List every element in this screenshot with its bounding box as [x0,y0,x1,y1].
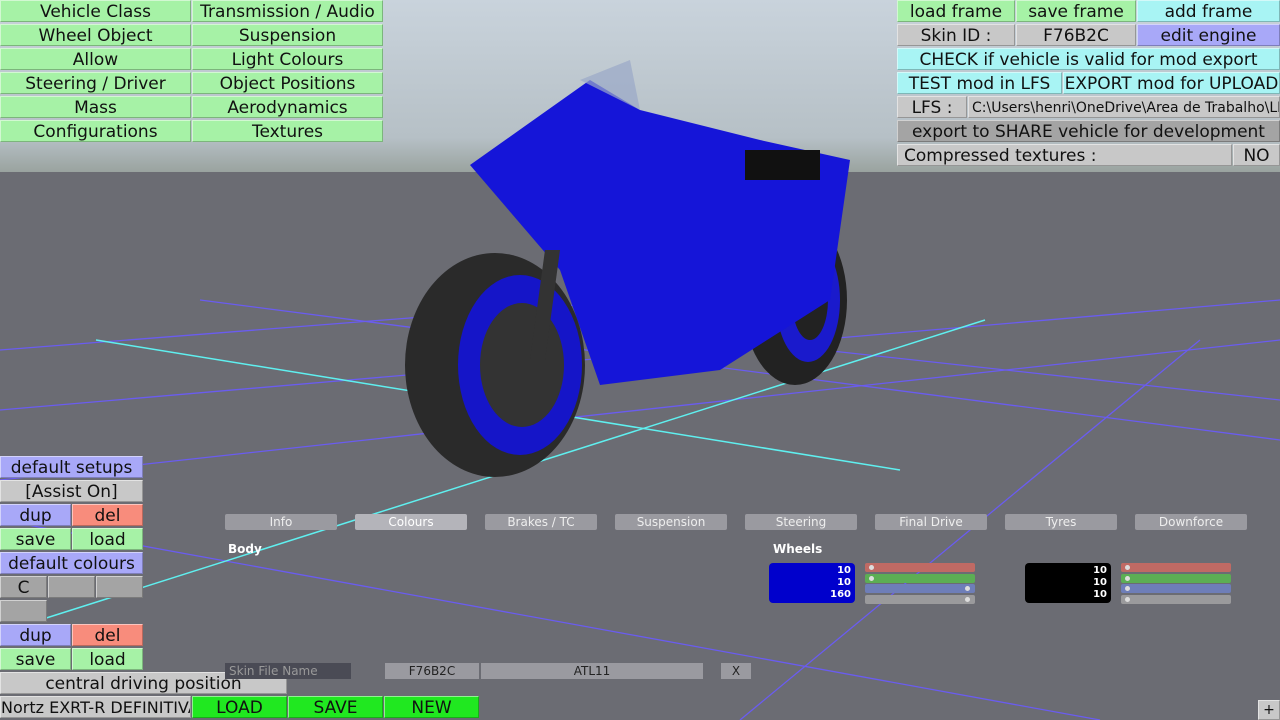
body-label: Body [228,542,262,556]
tab-steering[interactable]: Steering [745,514,857,530]
test-mod-button[interactable]: TEST mod in LFS [897,72,1062,94]
colour-slot-2[interactable] [48,576,95,598]
plus-button[interactable]: + [1258,700,1280,720]
default-colours-button[interactable]: default colours [0,552,143,574]
red-slider[interactable] [865,563,975,572]
menu-textures[interactable]: Textures [192,120,383,142]
compressed-textures-label: Compressed textures : [897,144,1232,166]
menu-suspension[interactable]: Suspension [192,24,383,46]
slider-handle[interactable] [965,586,970,591]
setup-dup-button[interactable]: dup [0,504,71,526]
colour-value: 10 [837,565,851,576]
menu-light-colours[interactable]: Light Colours [192,48,383,70]
tab-brakes-tc[interactable]: Brakes / TC [485,514,597,530]
red-slider[interactable] [1121,563,1231,572]
colours-load-button[interactable]: load [72,648,143,670]
tab-colours[interactable]: Colours [355,514,467,530]
colour-slot-3[interactable] [96,576,143,598]
tab-final-drive[interactable]: Final Drive [875,514,987,530]
save-frame-button[interactable]: save frame [1016,0,1136,22]
colour-swatch[interactable]: 10 10 160 [769,563,855,603]
menu-allow[interactable]: Allow [0,48,191,70]
colour-value: 10 [1093,577,1107,588]
slider-handle[interactable] [1125,575,1130,581]
tab-suspension[interactable]: Suspension [615,514,727,530]
motorcycle-model [405,60,850,477]
menu-aerodynamics[interactable]: Aerodynamics [192,96,383,118]
green-slider[interactable] [1121,573,1231,583]
skin-clear-button[interactable]: X [721,663,751,679]
colour-value: 10 [837,577,851,588]
menu-wheel-object[interactable]: Wheel Object [0,24,191,46]
compressed-textures-toggle[interactable]: NO [1233,144,1280,166]
slider-handle[interactable] [965,596,970,602]
setup-save-button[interactable]: save [0,528,71,550]
alpha-slider[interactable] [1121,594,1231,604]
vehicle-name-field[interactable]: Nortz EXRT-R DEFINITIVA [0,696,191,718]
colour-value: 10 [1093,589,1107,600]
lfs-label: LFS : [897,96,967,118]
slider-handle[interactable] [869,575,874,581]
slider-handle[interactable] [869,565,874,570]
new-button[interactable]: NEW [384,696,479,718]
save-button[interactable]: SAVE [288,696,383,718]
export-mod-button[interactable]: EXPORT mod for UPLOAD [1063,72,1280,94]
load-frame-button[interactable]: load frame [897,0,1015,22]
skin-name-field[interactable]: ATL11 [481,663,703,679]
assist-button[interactable]: [Assist On] [0,480,143,502]
menu-steering-driver[interactable]: Steering / Driver [0,72,191,94]
setup-load-button[interactable]: load [72,528,143,550]
tab-downforce[interactable]: Downforce [1135,514,1247,530]
colours-dup-button[interactable]: dup [0,624,71,646]
slider-handle[interactable] [1125,586,1130,591]
lfs-path-field[interactable]: C:\Users\henri\OneDrive\Area de Trabalho… [968,96,1280,118]
menu-mass[interactable]: Mass [0,96,191,118]
green-slider[interactable] [865,573,975,583]
blue-slider[interactable] [1121,584,1231,593]
colours-save-button[interactable]: save [0,648,71,670]
menu-vehicle-class[interactable]: Vehicle Class [0,0,191,22]
add-frame-button[interactable]: add frame [1137,0,1280,22]
skin-id-label: Skin ID : [897,24,1015,46]
alpha-slider[interactable] [865,594,975,604]
menu-transmission-audio[interactable]: Transmission / Audio [192,0,383,22]
skin-file-name-input[interactable]: Skin File Name [225,663,351,679]
skin-id-value: F76B2C [1016,24,1136,46]
colour-slot-4[interactable] [0,600,47,622]
edit-engine-button[interactable]: edit engine [1137,24,1280,46]
colour-value: 10 [1093,565,1107,576]
setup-del-button[interactable]: del [72,504,143,526]
colour-swatch[interactable]: 10 10 10 [1025,563,1111,603]
colour-slot-c[interactable]: C [0,576,47,598]
menu-object-positions[interactable]: Object Positions [192,72,383,94]
blue-slider[interactable] [865,584,975,593]
default-setups-button[interactable]: default setups [0,456,143,478]
slider-handle[interactable] [1125,596,1130,602]
wheels-label: Wheels [773,542,823,556]
export-share-button[interactable]: export to SHARE vehicle for development [897,120,1280,142]
slider-handle[interactable] [1125,565,1130,570]
load-button[interactable]: LOAD [192,696,287,718]
tab-tyres[interactable]: Tyres [1005,514,1117,530]
skin-id-field[interactable]: F76B2C [385,663,479,679]
tab-info[interactable]: Info [225,514,337,530]
check-vehicle-button[interactable]: CHECK if vehicle is valid for mod export [897,48,1280,70]
colours-del-button[interactable]: del [72,624,143,646]
colour-value: 160 [830,589,851,600]
menu-configurations[interactable]: Configurations [0,120,191,142]
